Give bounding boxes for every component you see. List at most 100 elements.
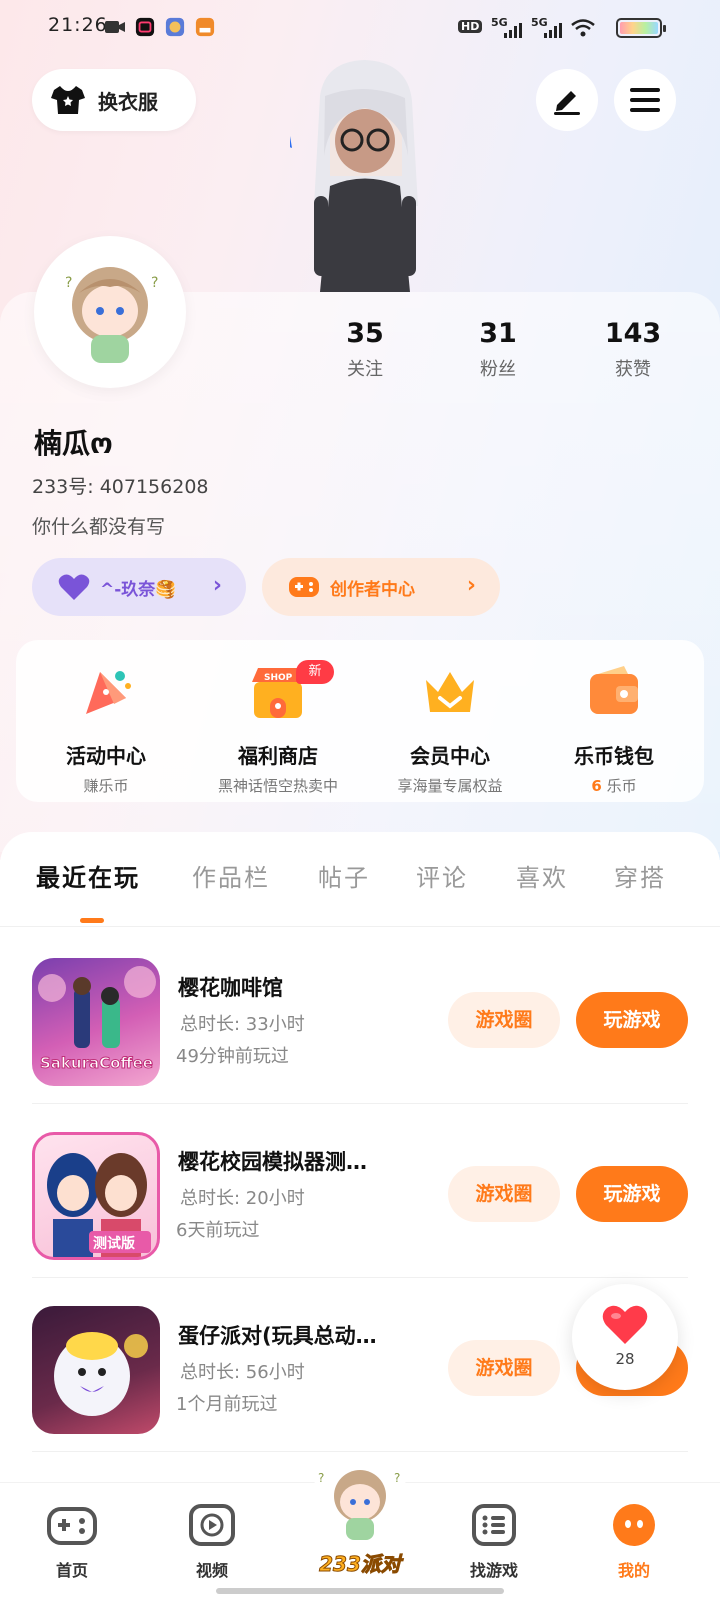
stat-following-value: 35 <box>346 318 384 349</box>
tab-recently-played[interactable]: 最近在玩 <box>36 858 140 893</box>
svg-text:?: ? <box>318 1471 324 1485</box>
avatar-3d-figure[interactable] <box>290 56 440 292</box>
game-duration: 总时长: 20小时 <box>180 1188 305 1209</box>
play-game-button[interactable]: 玩游戏 <box>576 1166 688 1222</box>
badge-button[interactable]: ^-玖奈🥞 › <box>32 558 246 616</box>
feature-welfare-shop[interactable]: SHOP 福利商店 黑神话悟空热卖中 <box>192 662 364 796</box>
new-badge: 新 <box>296 660 334 684</box>
stat-fans-value: 31 <box>479 318 517 349</box>
signal-icon-2 <box>544 23 562 38</box>
video-record-icon <box>105 21 125 33</box>
wallet-unit: 乐币 <box>606 777 637 795</box>
game-thumb-title: 测试版 <box>93 1235 135 1252</box>
profile-tabs: 最近在玩 作品栏 帖子 评论 喜欢 穿搭 <box>0 858 720 906</box>
tab-posts[interactable]: 帖子 <box>318 858 370 893</box>
badge-label: ^-玖奈🥞 <box>100 579 177 600</box>
signal-icon-1 <box>504 23 522 38</box>
party-icon <box>86 671 131 714</box>
menu-button[interactable] <box>614 69 676 131</box>
feature-member-center[interactable]: 会员中心 享海量专属权益 <box>364 662 536 796</box>
feature-subtitle: 黑神话悟空热卖中 <box>217 777 338 795</box>
tab-outfits[interactable]: 穿搭 <box>614 858 666 893</box>
game-last-played: 49分钟前玩过 <box>176 1046 289 1067</box>
stat-likes-label: 获赞 <box>615 359 651 380</box>
game-name: 樱花咖啡馆 <box>178 976 283 1000</box>
feature-subtitle: 享海量专属权益 <box>397 777 503 795</box>
change-outfit-label: 换衣服 <box>98 89 158 114</box>
game-notification-icon <box>165 17 185 37</box>
status-bar: 21:26 HD 5G 5G <box>0 0 720 56</box>
party-avatar-icon: ? ? <box>312 1452 408 1546</box>
feature-subtitle: 6 乐币 <box>528 775 700 796</box>
feature-activity-center[interactable]: 活动中心 赚乐币 <box>20 662 192 796</box>
svg-text:?: ? <box>65 275 72 291</box>
chevron-right-icon: › <box>212 573 222 598</box>
game-name: 樱花校园模拟器测… <box>178 1150 367 1174</box>
sakura-coffee-art-icon: SakuraCoffee <box>38 966 156 1073</box>
game-name: 蛋仔派对(玩具总动… <box>178 1324 377 1348</box>
feature-title: 会员中心 <box>410 744 490 768</box>
nav-home[interactable]: 首页 <box>22 1503 122 1581</box>
change-outfit-button[interactable]: 换衣服 <box>32 69 196 131</box>
stat-fans[interactable]: 31 粉丝 <box>443 318 553 381</box>
nickname: 楠瓜ო <box>34 427 113 460</box>
hd-indicator: HD <box>458 20 483 33</box>
stat-fans-label: 粉丝 <box>480 359 516 380</box>
edit-profile-button[interactable] <box>536 69 598 131</box>
avatar-image-icon: ? ? <box>65 267 158 363</box>
nav-label: 我的 <box>617 1561 650 1580</box>
feature-title: 福利商店 <box>238 744 318 768</box>
divider <box>0 926 720 927</box>
nav-find-games[interactable]: 找游戏 <box>444 1503 544 1581</box>
video-icon <box>189 1504 235 1546</box>
floating-like-button[interactable]: 28 <box>572 1284 678 1390</box>
home-indicator[interactable] <box>216 1588 504 1594</box>
menu-icon <box>630 88 660 112</box>
nav-video[interactable]: 视频 <box>162 1503 262 1581</box>
creator-center-button[interactable]: 创作者中心 › <box>262 558 500 616</box>
nav-label: 233派对 <box>319 1552 402 1577</box>
game-thumbnail[interactable]: SakuraCoffee <box>32 958 160 1086</box>
game-thumbnail[interactable] <box>32 1306 160 1434</box>
game-row[interactable]: 测试版 樱花校园模拟器测… 总时长: 20小时 6天前玩过 游戏圈 玩游戏 <box>0 1102 720 1278</box>
nav-label: 首页 <box>55 1561 88 1580</box>
list-icon <box>472 1504 516 1546</box>
pen-icon <box>554 91 580 115</box>
game-thumb-title: SakuraCoffee <box>40 1054 153 1072</box>
nav-party[interactable]: ? ? 233派对 <box>308 1452 412 1577</box>
wallet-balance: 6 <box>591 777 602 795</box>
game-last-played: 6天前玩过 <box>176 1220 260 1241</box>
heart-icon <box>58 574 90 600</box>
stat-following[interactable]: 35 关注 <box>310 318 420 381</box>
tab-indicator <box>80 918 104 923</box>
crown-icon <box>426 672 474 712</box>
bio[interactable]: 你什么都没有写 <box>32 512 165 539</box>
status-time: 21:26 <box>48 14 108 36</box>
creator-center-label: 创作者中心 <box>330 579 415 600</box>
game-circle-button[interactable]: 游戏圈 <box>448 992 560 1048</box>
wifi-icon <box>571 19 595 37</box>
game-controller-icon <box>289 577 319 597</box>
game-duration: 总时长: 56小时 <box>180 1362 305 1383</box>
game-row[interactable]: SakuraCoffee 樱花咖啡馆 总时长: 33小时 49分钟前玩过 游戏圈… <box>0 928 720 1104</box>
game-thumbnail[interactable]: 测试版 <box>32 1132 160 1260</box>
avatar[interactable]: ? ? <box>34 236 186 388</box>
game-circle-button[interactable]: 游戏圈 <box>448 1166 560 1222</box>
chevron-right-icon: › <box>466 573 476 598</box>
tab-comments[interactable]: 评论 <box>416 858 468 893</box>
tab-works[interactable]: 作品栏 <box>192 858 270 893</box>
nav-label: 视频 <box>195 1561 228 1580</box>
nav-mine[interactable]: 我的 <box>584 1503 684 1581</box>
feature-wallet[interactable]: 乐币钱包 6 乐币 <box>528 662 700 796</box>
game-notification-icon-2 <box>195 17 215 37</box>
feature-grid: 活动中心 赚乐币 SHOP 福利商店 黑神话悟空热卖中 会员中心 享海量专属权益… <box>16 640 704 802</box>
stat-likes[interactable]: 143 获赞 <box>578 318 688 381</box>
game-circle-button[interactable]: 游戏圈 <box>448 1340 560 1396</box>
sakura-school-art-icon: 测试版 <box>47 1153 151 1257</box>
stat-likes-value: 143 <box>604 318 662 349</box>
stat-following-label: 关注 <box>347 359 383 380</box>
tab-likes[interactable]: 喜欢 <box>516 858 568 893</box>
game-last-played: 1个月前玩过 <box>176 1394 278 1415</box>
play-game-button[interactable]: 玩游戏 <box>576 992 688 1048</box>
user-id[interactable]: 233号: 407156208 <box>32 472 209 499</box>
